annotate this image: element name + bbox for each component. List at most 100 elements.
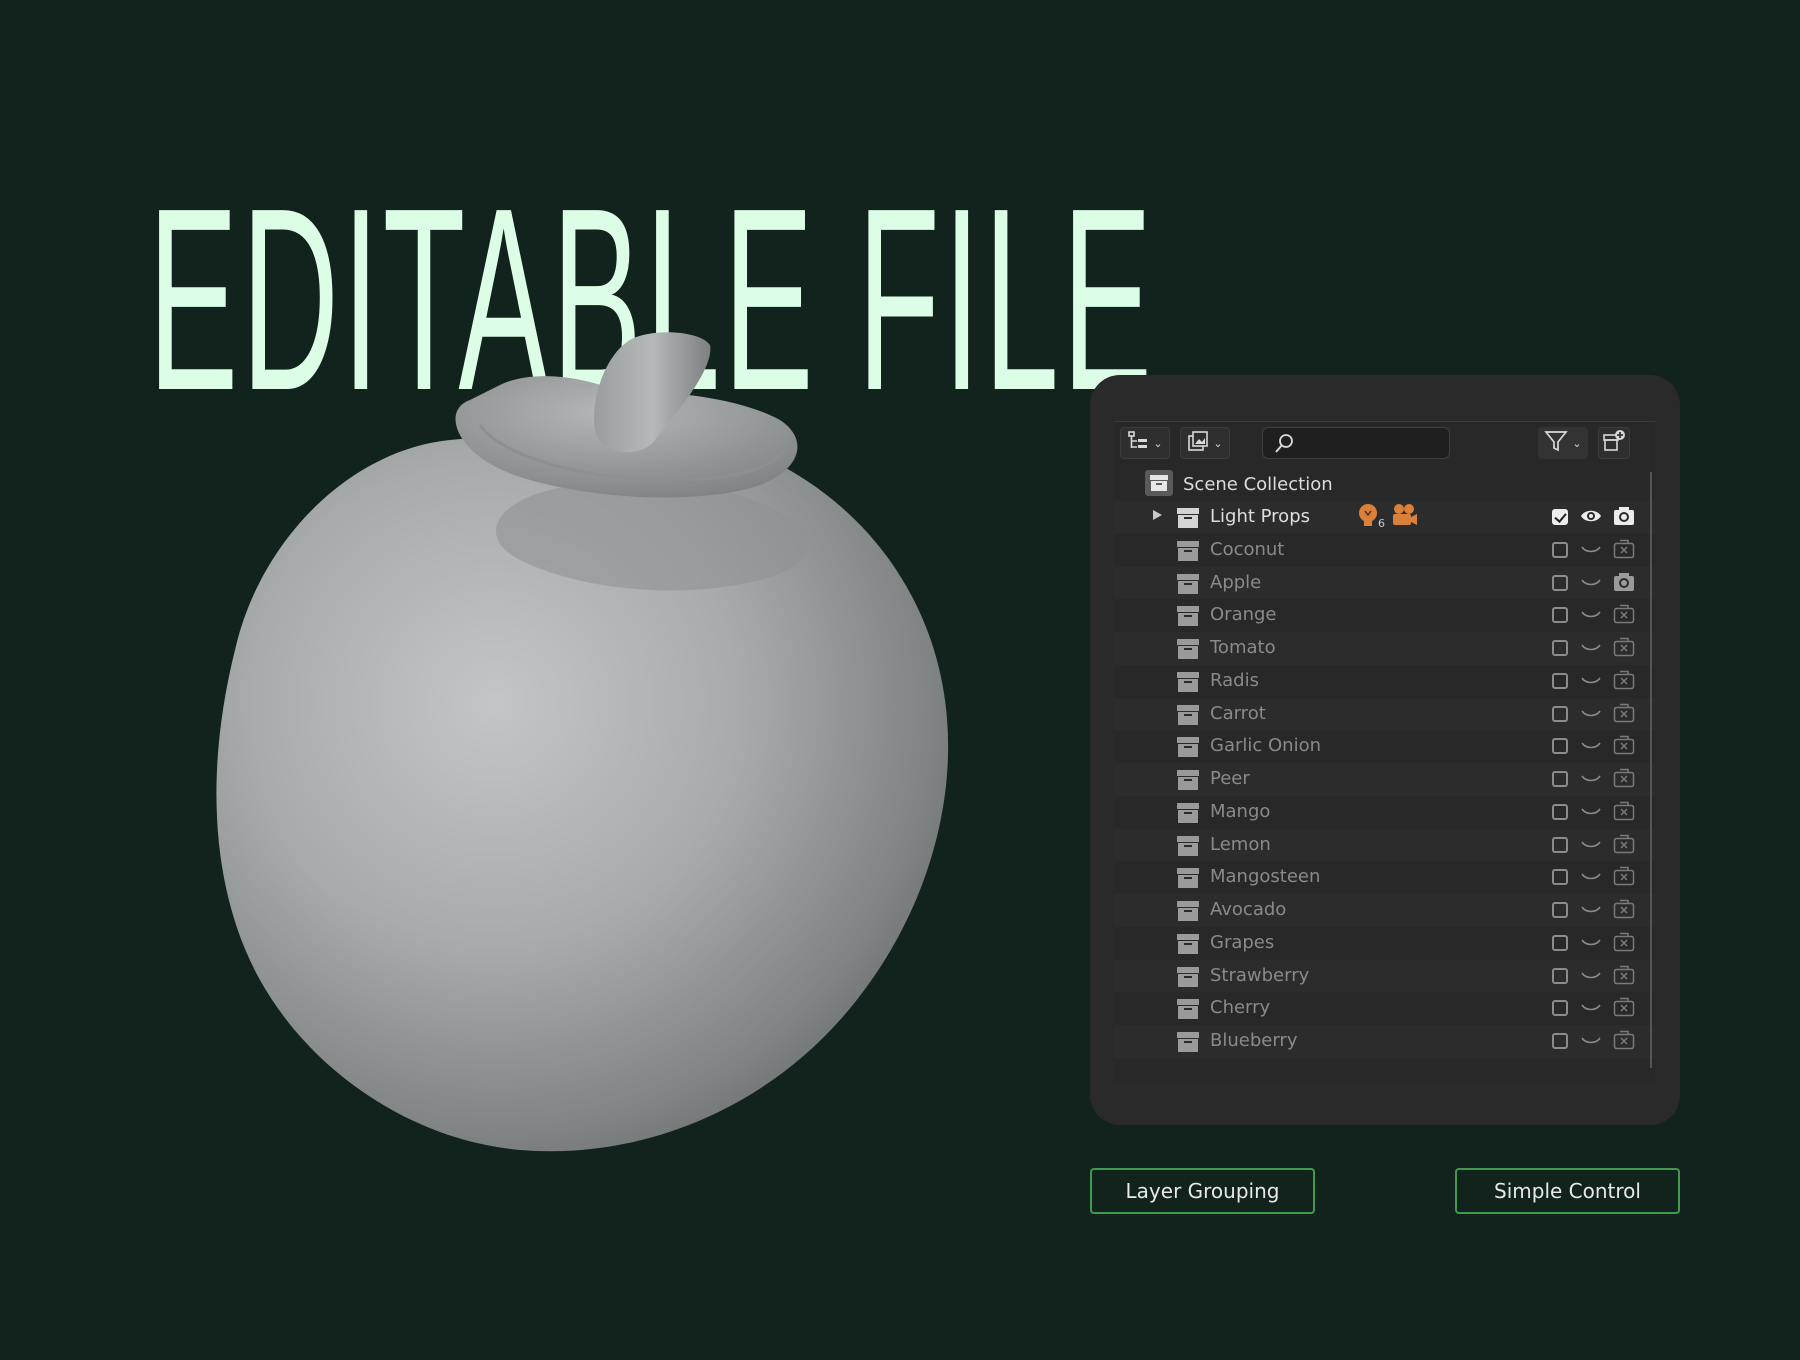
render-camera-icon[interactable] — [1613, 506, 1635, 530]
eye-icon[interactable] — [1580, 507, 1602, 529]
hidden-eye-icon[interactable] — [1580, 605, 1602, 627]
render-disabled-icon[interactable] — [1613, 834, 1635, 858]
render-disabled-icon[interactable] — [1613, 670, 1635, 694]
exclude-checkbox[interactable] — [1552, 640, 1568, 656]
exclude-checkbox[interactable] — [1552, 705, 1568, 722]
outliner-scrollbar[interactable] — [1650, 472, 1652, 1068]
collection-icon — [1177, 508, 1199, 532]
exclude-checkbox[interactable] — [1552, 771, 1568, 787]
hidden-eye-icon[interactable] — [1580, 867, 1602, 889]
list-item[interactable]: Lemon — [1114, 828, 1655, 862]
exclude-checkbox[interactable] — [1552, 738, 1568, 755]
render-disabled-icon[interactable] — [1613, 1030, 1635, 1054]
hidden-eye-icon[interactable] — [1580, 1031, 1602, 1053]
list-item-label: Apple — [1210, 571, 1262, 593]
render-disabled-icon[interactable] — [1613, 768, 1635, 792]
hidden-eye-icon[interactable] — [1580, 671, 1602, 693]
exclude-checkbox[interactable] — [1552, 836, 1568, 853]
render-disabled-icon[interactable] — [1613, 735, 1635, 759]
hidden-eye-icon[interactable] — [1580, 966, 1602, 988]
hidden-eye-icon[interactable] — [1580, 704, 1602, 726]
scene-collection-label: Scene Collection — [1183, 474, 1333, 495]
outliner-toolbar: ⌄ ⌄ ⌄ — [1114, 422, 1655, 468]
search-field[interactable] — [1262, 427, 1450, 459]
hidden-eye-icon[interactable] — [1580, 736, 1602, 758]
render-disabled-icon[interactable] — [1613, 801, 1635, 825]
collection-icon — [1177, 835, 1199, 860]
render-disabled-icon[interactable] — [1613, 997, 1635, 1021]
view-layer-dropdown[interactable]: ⌄ — [1180, 427, 1230, 459]
list-item[interactable]: Coconut — [1114, 534, 1655, 567]
camera-object-icon — [1390, 503, 1418, 533]
list-item[interactable]: Garlic Onion — [1114, 730, 1655, 763]
list-item[interactable]: Tomato — [1114, 632, 1655, 665]
list-item[interactable]: Blueberry — [1114, 1025, 1655, 1058]
display-mode-dropdown[interactable]: ⌄ — [1120, 427, 1170, 459]
exclude-checkbox[interactable] — [1552, 541, 1568, 558]
render-disabled-icon[interactable] — [1613, 539, 1635, 563]
collection-icon — [1177, 802, 1199, 827]
exclude-checkbox[interactable] — [1552, 1033, 1568, 1049]
hidden-eye-icon[interactable] — [1580, 573, 1602, 595]
list-item[interactable]: Radis — [1114, 665, 1655, 698]
list-item[interactable]: Cherry — [1114, 992, 1655, 1025]
exclude-checkbox[interactable] — [1552, 902, 1568, 918]
list-item[interactable]: Mango — [1114, 796, 1655, 829]
list-item-label: Lemon — [1210, 833, 1271, 855]
render-camera-icon[interactable] — [1613, 572, 1635, 596]
collection-icon — [1177, 639, 1199, 663]
render-disabled-icon[interactable] — [1613, 637, 1635, 661]
list-item[interactable]: Strawberry — [1114, 959, 1655, 993]
exclude-checkbox[interactable] — [1552, 509, 1568, 525]
render-disabled-icon[interactable] — [1613, 703, 1635, 727]
exclude-checkbox[interactable] — [1552, 869, 1568, 886]
hidden-eye-icon[interactable] — [1580, 540, 1602, 562]
exclude-checkbox[interactable] — [1552, 607, 1568, 624]
hidden-eye-icon[interactable] — [1580, 835, 1602, 857]
hidden-eye-icon[interactable] — [1580, 769, 1602, 791]
render-disabled-icon[interactable] — [1613, 965, 1635, 989]
exclude-checkbox[interactable] — [1552, 967, 1568, 984]
exclude-checkbox[interactable] — [1552, 672, 1568, 689]
render-disabled-icon[interactable] — [1613, 932, 1635, 956]
light-props-badges: 6 — [1358, 503, 1418, 533]
list-item-label: Grapes — [1210, 931, 1275, 953]
new-collection-button[interactable] — [1598, 427, 1630, 459]
exclude-checkbox[interactable] — [1552, 934, 1568, 951]
list-item-light-props[interactable]: Light Props 6 — [1114, 501, 1655, 534]
list-item[interactable]: Mangosteen — [1114, 861, 1655, 894]
list-item[interactable]: Peer — [1114, 763, 1655, 796]
view-layer-icon — [1187, 430, 1209, 456]
search-icon — [1273, 433, 1295, 459]
exclude-checkbox[interactable] — [1552, 1000, 1568, 1017]
collection-icon — [1144, 469, 1174, 501]
list-item[interactable]: Avocado — [1114, 894, 1655, 927]
hidden-eye-icon[interactable] — [1580, 933, 1602, 955]
collection-icon — [1177, 606, 1199, 630]
chevron-down-icon: ⌄ — [1572, 436, 1582, 450]
search-input[interactable] — [1297, 432, 1446, 456]
filter-dropdown[interactable]: ⌄ — [1538, 427, 1588, 459]
list-item[interactable]: Apple — [1114, 566, 1655, 600]
list-item[interactable]: Carrot — [1114, 697, 1655, 731]
list-item-label: Cherry — [1210, 997, 1271, 1019]
hidden-eye-icon[interactable] — [1580, 998, 1602, 1020]
exclude-checkbox[interactable] — [1552, 803, 1568, 820]
collection-icon — [1177, 671, 1199, 696]
list-item-label: Garlic Onion — [1210, 735, 1321, 757]
render-disabled-icon[interactable] — [1613, 604, 1635, 628]
simple-control-button[interactable]: Simple Control — [1455, 1168, 1680, 1214]
scene-collection-row[interactable]: Scene Collection — [1114, 468, 1655, 501]
hidden-eye-icon[interactable] — [1580, 802, 1602, 824]
expand-arrow-icon[interactable] — [1153, 510, 1162, 520]
hidden-eye-icon[interactable] — [1580, 638, 1602, 660]
render-disabled-icon[interactable] — [1613, 899, 1635, 923]
layer-grouping-button[interactable]: Layer Grouping — [1090, 1168, 1315, 1214]
list-item-label: Avocado — [1210, 899, 1287, 920]
render-disabled-icon[interactable] — [1613, 866, 1635, 890]
hidden-eye-icon[interactable] — [1580, 900, 1602, 922]
collection-icon — [1177, 868, 1199, 892]
list-item[interactable]: Grapes — [1114, 927, 1655, 960]
list-item[interactable]: Orange — [1114, 599, 1655, 632]
exclude-checkbox[interactable] — [1552, 574, 1568, 591]
